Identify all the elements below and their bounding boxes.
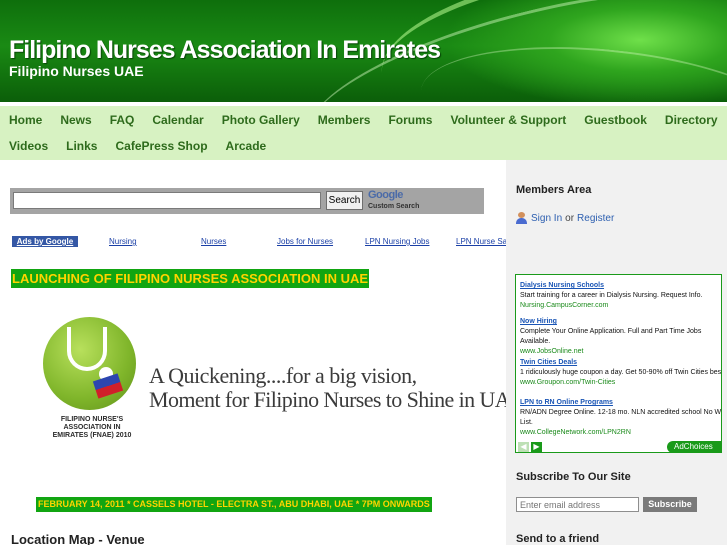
ad-link-jobs-for-nurses[interactable]: Jobs for Nurses — [277, 236, 333, 247]
ad-description: RN/ADN Degree Online. 12-18 mo. NLN accr… — [520, 409, 722, 426]
subscribe-button[interactable]: Subscribe — [643, 497, 697, 512]
adchoices-badge[interactable]: AdChoices — [667, 441, 721, 452]
nav-item-news[interactable]: News — [51, 113, 100, 127]
ads-by-google-badge[interactable]: Ads by Google — [12, 236, 78, 247]
sidebar-ad-box: Dialysis Nursing Schools Start training … — [515, 274, 722, 453]
event-details: FEBRUARY 14, 2011 * CASSELS HOTEL - ELEC… — [36, 497, 432, 512]
site-title[interactable]: Filipino Nurses Association In Emirates — [9, 36, 441, 65]
event-banner: FILIPINO NURSE'S ASSOCIATION IN EMIRATES… — [33, 315, 528, 460]
logo-caption: FILIPINO NURSE'S ASSOCIATION IN EMIRATES… — [37, 416, 147, 440]
logo-caption-line: ASSOCIATION IN — [63, 424, 121, 431]
banner-tagline-line1: A Quickening....for a big vision, — [149, 363, 417, 388]
logo-caption-line: FILIPINO NURSE'S — [60, 416, 124, 423]
ad-title[interactable]: Dialysis Nursing Schools — [520, 281, 721, 291]
ad-link-lpn-nursing-jobs[interactable]: LPN Nursing Jobs — [365, 236, 429, 247]
site-tagline: Filipino Nurses UAE — [9, 63, 144, 79]
google-logo: Google — [368, 189, 403, 201]
ad-item[interactable]: Dialysis Nursing Schools Start training … — [520, 281, 721, 311]
nav-item-links[interactable]: Links — [57, 139, 106, 153]
nav-item-volunteer-support[interactable]: Volunteer & Support — [441, 113, 575, 127]
ad-link-lpn-nurse[interactable]: LPN Nurse Sa — [456, 236, 506, 247]
nav-item-photo-gallery[interactable]: Photo Gallery — [213, 113, 309, 127]
main-navigation: Home News FAQ Calendar Photo Gallery Mem… — [0, 106, 727, 160]
banner-tagline-line2: Moment for Filipino Nurses to Shine in U… — [149, 387, 528, 412]
user-icon — [516, 212, 527, 224]
nav-item-arcade[interactable]: Arcade — [217, 139, 276, 153]
signin-row: Sign In or Register — [516, 212, 614, 224]
ad-item[interactable]: LPN to RN Online Programs RN/ADN Degree … — [520, 398, 722, 438]
chevron-right-icon[interactable]: ▶ — [531, 442, 542, 452]
or-text: or — [565, 212, 575, 224]
search-input[interactable] — [13, 192, 321, 209]
subscribe-heading: Subscribe To Our Site — [516, 471, 631, 483]
ad-description: Complete Your Online Application. Full a… — [520, 328, 702, 345]
sign-in-link[interactable]: Sign In — [531, 213, 562, 224]
ad-title[interactable]: Twin Cities Deals — [520, 358, 721, 368]
ad-url[interactable]: www.CollegeNetwork.com/LPN2RN — [520, 428, 721, 438]
nav-item-faq[interactable]: FAQ — [101, 113, 144, 127]
ad-links-row: Ads by Google Nursing Nurses Jobs for Nu… — [12, 236, 506, 248]
ad-url[interactable]: www.Groupon.com/Twin-Cities — [520, 378, 721, 388]
nav-item-members[interactable]: Members — [309, 113, 380, 127]
nav-item-forums[interactable]: Forums — [379, 113, 441, 127]
nav-item-guestbook[interactable]: Guestbook — [575, 113, 656, 127]
ad-link-nurses[interactable]: Nurses — [201, 236, 226, 247]
post-title[interactable]: LAUNCHING OF FILIPINO NURSES ASSOCIATION… — [11, 269, 370, 288]
logo-caption-line: EMIRATES (FNAE) 2010 — [52, 432, 132, 439]
site-header: Filipino Nurses Association In Emirates … — [0, 0, 727, 102]
members-area-heading: Members Area — [516, 184, 592, 196]
ad-item[interactable]: Now Hiring Complete Your Online Applicat… — [520, 317, 721, 357]
ad-title[interactable]: LPN to RN Online Programs — [520, 398, 721, 408]
ad-title[interactable]: Now Hiring — [520, 317, 721, 327]
ad-link-nursing[interactable]: Nursing — [109, 236, 137, 247]
ad-description: Start training for a career in Dialysis … — [520, 292, 703, 299]
ad-url[interactable]: www.JobsOnline.net — [520, 347, 721, 357]
chevron-left-icon[interactable]: ◀ — [518, 442, 529, 452]
search-button[interactable]: Search — [326, 191, 363, 210]
ad-item[interactable]: Twin Cities Deals 1 ridiculously huge co… — [520, 358, 722, 388]
google-search-bar: Search Google Custom Search — [10, 188, 484, 214]
ad-url[interactable]: Nursing.CampusCorner.com — [520, 301, 721, 311]
nav-item-calendar[interactable]: Calendar — [143, 113, 212, 127]
nav-item-videos[interactable]: Videos — [0, 139, 57, 153]
location-map-heading: Location Map - Venue — [11, 532, 145, 545]
nav-row-secondary: Videos Links CafePress Shop Arcade — [0, 133, 275, 159]
ad-pager: ◀ ▶ — [518, 442, 544, 452]
nav-item-home[interactable]: Home — [0, 113, 51, 127]
nav-row-primary: Home News FAQ Calendar Photo Gallery Mem… — [0, 107, 727, 133]
custom-search-label: Custom Search — [368, 203, 420, 210]
send-to-friend-heading: Send to a friend — [516, 533, 600, 545]
email-field[interactable] — [516, 497, 639, 512]
register-link[interactable]: Register — [577, 213, 614, 224]
nav-item-directory[interactable]: Directory — [656, 113, 727, 127]
nav-item-cafepress-shop[interactable]: CafePress Shop — [106, 139, 216, 153]
ad-description: 1 ridiculously huge coupon a day. Get 50… — [520, 369, 722, 376]
stethoscope-icon — [67, 327, 107, 371]
